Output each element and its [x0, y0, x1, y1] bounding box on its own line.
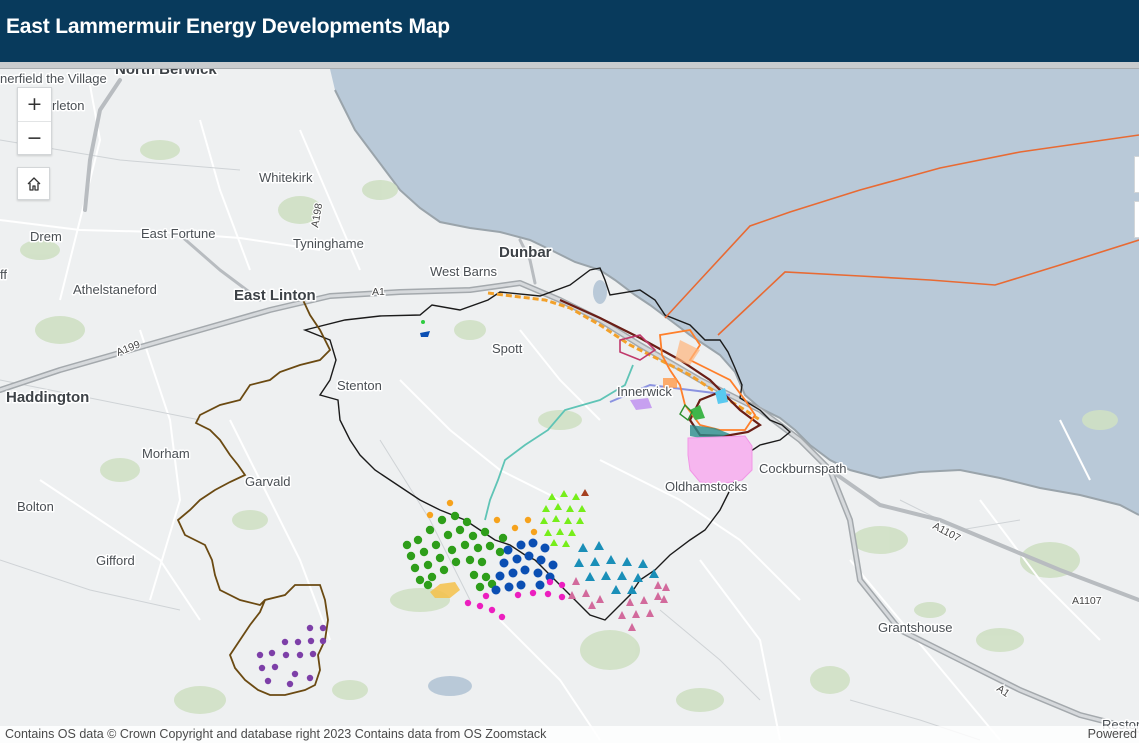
place-aberlady: rleton [52, 98, 85, 113]
place-cockburnspath: Cockburnspath [759, 461, 846, 476]
side-panel-toggle-2[interactable] [1134, 201, 1139, 238]
place-garvald: Garvald [245, 474, 291, 489]
place-athelstaneford: Athelstaneford [73, 282, 157, 297]
place-stenton: Stenton [337, 378, 382, 393]
app-header: East Lammermuir Energy Developments Map [0, 0, 1139, 62]
road-label-a1107-east: A1107 [1072, 595, 1102, 607]
place-somerfield: nerfield the Village [0, 71, 107, 86]
solar-site-pink [687, 435, 753, 485]
zoom-out-button[interactable]: − [18, 121, 51, 154]
header-divider [0, 62, 1139, 69]
zoom-in-button[interactable]: + [18, 88, 51, 121]
place-east-fortune: East Fortune [141, 226, 215, 241]
place-north-berwick: North Berwick [115, 69, 217, 78]
page-title: East Lammermuir Energy Developments Map [6, 15, 450, 38]
home-button[interactable] [17, 167, 50, 200]
place-drem: Drem [30, 229, 62, 244]
place-oldhamstocks: Oldhamstocks [665, 479, 748, 494]
place-east-linton: East Linton [234, 287, 316, 304]
place-haddington: Haddington [6, 389, 89, 406]
place-west-barns: West Barns [430, 264, 497, 279]
road-label-a1: A1 [372, 286, 385, 298]
place-morham: Morham [142, 446, 190, 461]
place-tyninghame: Tyninghame [293, 236, 364, 251]
map-view[interactable]: Dunbar East Linton Haddington Whitekirk … [0, 69, 1139, 743]
place-dunbar: Dunbar [499, 244, 552, 261]
reservoir [428, 676, 472, 696]
side-panel-toggle[interactable] [1134, 156, 1139, 193]
basemap[interactable]: Dunbar East Linton Haddington Whitekirk … [0, 69, 1139, 743]
place-spott: Spott [492, 341, 523, 356]
place-ff: ff [0, 267, 7, 282]
place-gifford: Gifford [96, 553, 135, 568]
attribution-bar: Contains OS data © Crown Copyright and d… [0, 726, 1139, 743]
place-innerwick: Innerwick [617, 384, 672, 399]
place-grantshouse: Grantshouse [878, 620, 952, 635]
place-whitekirk: Whitekirk [259, 170, 313, 185]
home-icon [27, 177, 40, 191]
powered-by-link[interactable]: Powered [1088, 727, 1137, 741]
zoom-control: + − [17, 87, 52, 155]
attribution-text: Contains OS data © Crown Copyright and d… [5, 727, 547, 741]
place-bolton: Bolton [17, 499, 54, 514]
